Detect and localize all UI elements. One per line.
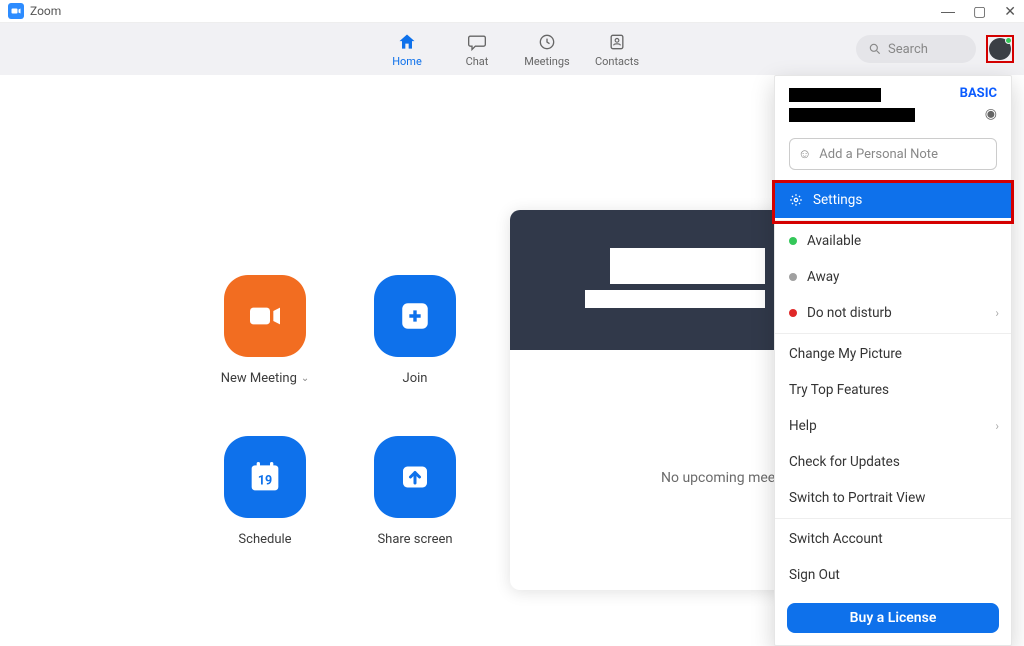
nav-tab-contacts-label: Contacts bbox=[595, 55, 639, 68]
status-dot-available-icon bbox=[789, 237, 797, 245]
presence-dot-icon bbox=[1005, 37, 1012, 44]
nav-tab-meetings-label: Meetings bbox=[524, 55, 569, 68]
profile-avatar-highlight bbox=[986, 35, 1014, 63]
join-button[interactable] bbox=[374, 275, 456, 357]
menu-item-available[interactable]: Available bbox=[775, 223, 1011, 259]
menu-item-portrait-view[interactable]: Switch to Portrait View bbox=[775, 480, 1011, 516]
menu-item-dnd[interactable]: Do not disturb › bbox=[775, 295, 1011, 331]
nav-tab-chat-label: Chat bbox=[466, 55, 489, 68]
schedule-label: Schedule bbox=[238, 532, 291, 547]
top-toolbar: Home Chat Meetings Contacts Search bbox=[0, 23, 1024, 75]
new-meeting-label[interactable]: New Meeting ⌄ bbox=[221, 371, 310, 386]
dropdown-profile-header: BASIC ◉ bbox=[775, 76, 1011, 130]
status-dot-away-icon bbox=[789, 273, 797, 281]
menu-item-change-picture[interactable]: Change My Picture bbox=[775, 336, 1011, 372]
nav-tab-chat[interactable]: Chat bbox=[442, 31, 512, 68]
menu-item-check-updates[interactable]: Check for Updates bbox=[775, 444, 1011, 480]
personal-note-placeholder: Add a Personal Note bbox=[819, 147, 938, 162]
profile-avatar-button[interactable] bbox=[989, 38, 1011, 60]
zoom-app-icon bbox=[8, 3, 24, 19]
chevron-down-icon: ⌄ bbox=[301, 373, 309, 384]
new-meeting-button[interactable] bbox=[224, 275, 306, 357]
menu-item-away[interactable]: Away bbox=[775, 259, 1011, 295]
nav-tab-meetings[interactable]: Meetings bbox=[512, 31, 582, 68]
main-content: No upcoming meetings today New Meeting ⌄… bbox=[0, 75, 1024, 602]
nav-tab-contacts[interactable]: Contacts bbox=[582, 31, 652, 68]
menu-item-settings[interactable]: Settings bbox=[775, 182, 1011, 218]
contacts-icon bbox=[607, 31, 627, 53]
status-dot-dnd-icon bbox=[789, 309, 797, 317]
chat-icon bbox=[467, 31, 487, 53]
share-up-icon bbox=[397, 459, 433, 495]
window-title: Zoom bbox=[30, 4, 61, 18]
search-placeholder: Search bbox=[888, 42, 928, 57]
profile-dropdown: BASIC ◉ ☺ Add a Personal Note Settings A… bbox=[774, 75, 1012, 646]
smile-icon: ☺ bbox=[798, 146, 811, 162]
personal-note-input[interactable]: ☺ Add a Personal Note bbox=[789, 138, 997, 170]
chevron-right-icon: › bbox=[995, 419, 999, 433]
divider bbox=[775, 518, 1011, 519]
menu-item-help[interactable]: Help › bbox=[775, 408, 1011, 444]
eye-icon[interactable]: ◉ bbox=[985, 106, 997, 122]
join-label: Join bbox=[403, 371, 428, 386]
plus-icon bbox=[398, 299, 432, 333]
redacted-email bbox=[789, 108, 915, 122]
chevron-right-icon: › bbox=[995, 306, 999, 320]
menu-item-sign-out[interactable]: Sign Out bbox=[775, 557, 1011, 593]
redacted-username bbox=[789, 88, 881, 102]
nav-tabs: Home Chat Meetings Contacts bbox=[372, 31, 652, 68]
menu-item-top-features[interactable]: Try Top Features bbox=[775, 372, 1011, 408]
gear-icon bbox=[789, 193, 803, 207]
divider bbox=[775, 220, 1011, 221]
share-screen-button[interactable] bbox=[374, 436, 456, 518]
divider bbox=[775, 333, 1011, 334]
window-titlebar: Zoom — ▢ ✕ bbox=[0, 0, 1024, 23]
clock-icon bbox=[537, 31, 557, 53]
menu-item-switch-account[interactable]: Switch Account bbox=[775, 521, 1011, 557]
nav-tab-home-label: Home bbox=[392, 55, 422, 68]
redacted-block bbox=[585, 290, 765, 308]
svg-text:19: 19 bbox=[258, 474, 272, 489]
calendar-icon: 19 bbox=[245, 457, 285, 497]
share-screen-label: Share screen bbox=[377, 532, 452, 547]
search-input[interactable]: Search bbox=[856, 35, 976, 63]
schedule-button[interactable]: 19 bbox=[224, 436, 306, 518]
redacted-block bbox=[610, 248, 765, 284]
video-icon bbox=[245, 296, 285, 336]
action-tiles: New Meeting ⌄ Join 19 Schedule bbox=[190, 275, 490, 547]
minimize-button[interactable]: — bbox=[941, 3, 955, 19]
search-icon bbox=[868, 42, 882, 56]
close-button[interactable]: ✕ bbox=[1004, 3, 1016, 20]
home-icon bbox=[397, 31, 417, 53]
buy-license-button[interactable]: Buy a License bbox=[787, 603, 999, 633]
plan-badge: BASIC bbox=[960, 86, 997, 101]
maximize-button[interactable]: ▢ bbox=[973, 3, 986, 20]
nav-tab-home[interactable]: Home bbox=[372, 31, 442, 68]
